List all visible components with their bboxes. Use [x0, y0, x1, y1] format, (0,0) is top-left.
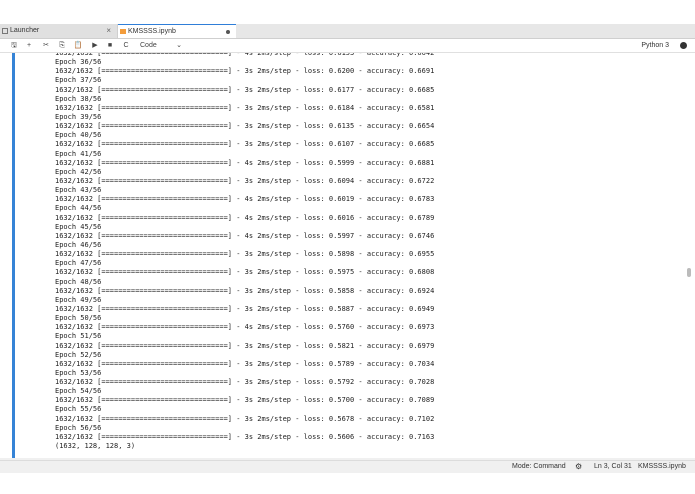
output-line: 1632/1632 [=============================…	[55, 140, 435, 149]
epoch-line: Epoch 55/56	[55, 405, 102, 414]
epoch-line: Epoch 48/56	[55, 277, 102, 286]
epoch-line: Epoch 50/56	[55, 314, 102, 323]
mode-indicator[interactable]: Mode: Command	[512, 461, 566, 473]
epoch-line: Epoch 47/56	[55, 259, 102, 268]
launcher-icon	[2, 28, 8, 34]
paste-icon[interactable]: 📋	[73, 39, 83, 52]
tab-bar: Launcher × KMSSSS.ipynb	[0, 24, 695, 39]
epoch-line: Epoch 53/56	[55, 368, 102, 377]
output-line: 1632/1632 [=============================…	[55, 85, 435, 94]
output-line: 1632/1632 [=============================…	[55, 213, 435, 222]
settings-icon[interactable]: ⚙	[575, 461, 582, 473]
copy-icon[interactable]: ⎘	[57, 39, 67, 52]
output-line: 1632/1632 [=============================…	[55, 195, 435, 204]
bottom-blank-area	[0, 473, 695, 494]
tab-notebook-label: KMSSSS.ipynb	[128, 28, 176, 35]
cell-type-select[interactable]: Code	[140, 39, 164, 52]
scrollbar-thumb[interactable]	[687, 268, 691, 277]
output-line: 1632/1632 [=============================…	[55, 268, 435, 277]
cursor-position[interactable]: Ln 3, Col 31	[594, 461, 632, 473]
output-line: 1632/1632 [=============================…	[55, 231, 435, 240]
epoch-line: Epoch 37/56	[55, 76, 102, 85]
tab-notebook[interactable]: KMSSSS.ipynb	[118, 24, 236, 38]
epoch-line: Epoch 40/56	[55, 131, 102, 140]
epoch-line: Epoch 41/56	[55, 149, 102, 158]
output-line: 1632/1632 [=============================…	[55, 304, 435, 313]
output-line: 1632/1632 [=============================…	[55, 103, 435, 112]
run-icon[interactable]: ▶	[90, 39, 100, 52]
restart-icon[interactable]: C	[121, 39, 131, 52]
epoch-line: Epoch 49/56	[55, 295, 102, 304]
epoch-line: Epoch 39/56	[55, 112, 102, 121]
tab-launcher[interactable]: Launcher ×	[0, 24, 118, 38]
output-line: 1632/1632 [=============================…	[55, 286, 435, 295]
output-line: 1632/1632 [=============================…	[55, 359, 435, 368]
kernel-name[interactable]: Python 3	[641, 39, 669, 52]
output-line: 1632/1632 [=============================…	[55, 250, 435, 259]
save-icon[interactable]: 🖫	[9, 39, 19, 52]
chevron-down-icon[interactable]: ⌄	[174, 39, 184, 52]
output-line: 1632/1632 [=============================…	[55, 176, 435, 185]
cut-icon[interactable]: ✂	[41, 39, 51, 52]
epoch-line: Epoch 38/56	[55, 94, 102, 103]
epoch-line: Epoch 36/56	[55, 58, 102, 67]
output-line: 1632/1632 [=============================…	[55, 341, 435, 350]
notebook-content[interactable]: 1632/1632 [=============================…	[0, 53, 695, 460]
add-cell-icon[interactable]: +	[24, 39, 34, 52]
kernel-status-icon	[680, 42, 687, 49]
epoch-line: Epoch 46/56	[55, 240, 102, 249]
epoch-line: Epoch 56/56	[55, 423, 102, 432]
output-line: 1632/1632 [=============================…	[55, 67, 435, 76]
notebook-icon	[120, 29, 126, 34]
epoch-line: Epoch 45/56	[55, 222, 102, 231]
output-line: 1632/1632 [=============================…	[55, 122, 435, 131]
status-bar: Mode: Command ⚙ Ln 3, Col 31 KMSSSS.ipyn…	[0, 460, 695, 473]
unsaved-dot-icon[interactable]	[226, 30, 230, 34]
epoch-line: Epoch 52/56	[55, 350, 102, 359]
output-line: 1632/1632 [=============================…	[55, 323, 435, 332]
close-icon[interactable]: ×	[106, 24, 111, 38]
file-name: KMSSSS.ipynb	[638, 463, 686, 470]
output-line: (1632, 128, 128, 3)	[55, 442, 136, 451]
epoch-line: Epoch 42/56	[55, 167, 102, 176]
output-line: 1632/1632 [=============================…	[55, 414, 435, 423]
output-line: 1632/1632 [=============================…	[55, 396, 435, 405]
output-line: 1632/1632 [=============================…	[55, 158, 435, 167]
output-line: 1632/1632 [=============================…	[55, 378, 435, 387]
cell-output: 1632/1632 [=============================…	[55, 53, 675, 451]
epoch-line: Epoch 44/56	[55, 204, 102, 213]
epoch-line: Epoch 51/56	[55, 332, 102, 341]
top-blank-area	[0, 0, 695, 24]
epoch-line: Epoch 54/56	[55, 387, 102, 396]
notebook-toolbar: 🖫 + ✂ ⎘ 📋 ▶ ■ C Code ⌄ Python 3	[0, 39, 695, 53]
output-line: 1632/1632 [=============================…	[55, 432, 435, 441]
active-cell-indicator	[12, 53, 15, 460]
stop-icon[interactable]: ■	[105, 39, 115, 52]
tab-launcher-label: Launcher	[10, 27, 40, 34]
epoch-line: Epoch 43/56	[55, 186, 102, 195]
